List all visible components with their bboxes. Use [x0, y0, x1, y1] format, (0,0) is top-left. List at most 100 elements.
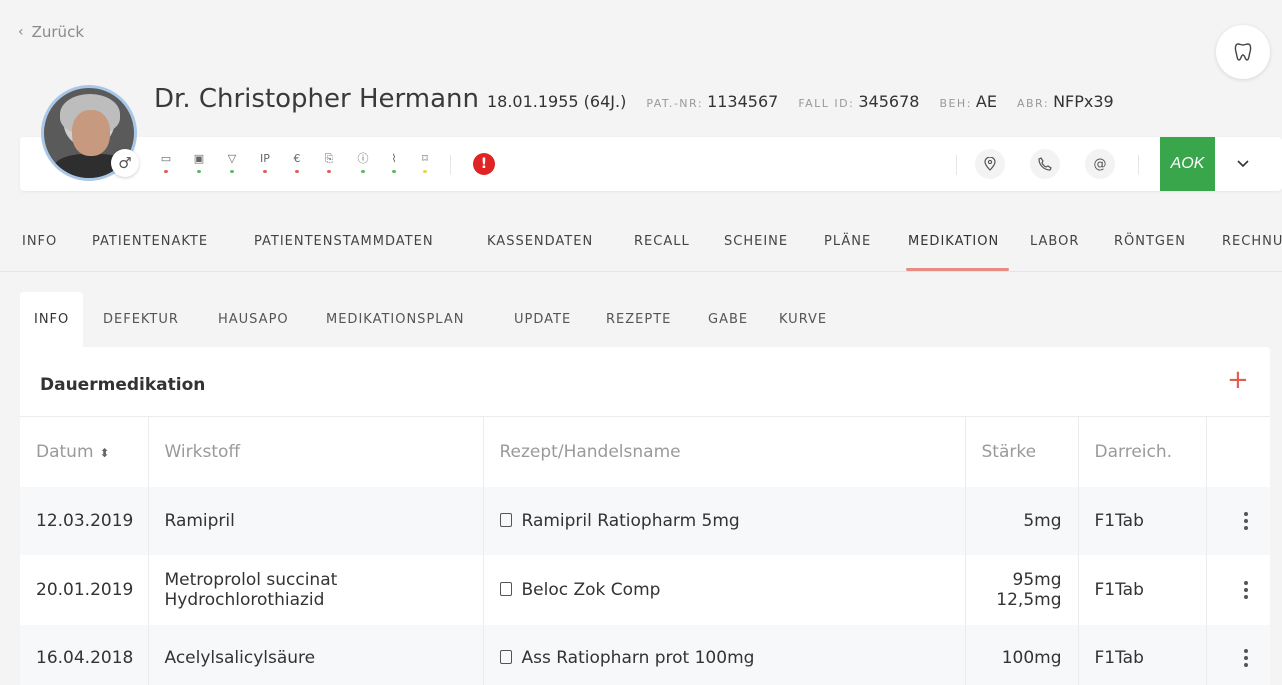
tab-recall[interactable]: RECALL [634, 234, 690, 249]
sort-icon[interactable]: ⬍ [100, 446, 110, 460]
ip-icon-glyph: IP [260, 152, 270, 165]
tab-rechnungen[interactable]: RECHNU [1222, 234, 1282, 249]
document-icon [499, 581, 512, 596]
row-menu-button[interactable] [1206, 554, 1271, 625]
filter-icon-glyph: ▽ [227, 152, 237, 165]
status-dot [361, 170, 365, 173]
tooth-button[interactable] [1216, 25, 1270, 79]
subtab-gabe[interactable]: GABE [708, 292, 748, 348]
info-icon-glyph: ⓘ [357, 152, 369, 165]
patnr-label: PAT.-NR: [646, 97, 704, 110]
tab-labor[interactable]: LABOR [1030, 234, 1079, 249]
alert-icon[interactable]: ! [473, 153, 495, 175]
header-actions [1206, 416, 1270, 487]
subtab-kurve[interactable]: KURVE [779, 292, 827, 348]
header-wirkstoff: Wirkstoff [148, 416, 484, 487]
subtab-medikationsplan[interactable]: MEDIKATIONSPLAN [326, 292, 464, 348]
subtab-info[interactable]: INFO [20, 292, 84, 348]
receipt-icon[interactable]: ⎘ [320, 151, 338, 173]
cell-wirkstoff: Acelylsalicylsäure [148, 624, 484, 685]
comment-icon[interactable]: ▭ [157, 151, 175, 173]
insurance-logo: AOK [1160, 137, 1215, 191]
main-tabs: INFO PATIENTENAKTE PATIENTENSTAMMDATEN K… [0, 212, 1282, 272]
phone-icon [1038, 157, 1052, 171]
more-vertical-icon [1223, 580, 1271, 599]
cell-datum: 12.03.2019 [20, 486, 149, 555]
patient-icon-bar: ▭ ▣ ▽ IP € ⎘ ⓘ ⌇ ⌑ ! @ AOK [20, 137, 1282, 191]
header-staerke: Stärke [965, 416, 1079, 487]
divider [956, 155, 957, 175]
table-row[interactable]: 12.03.2019 Ramipril Ramipril Ratiopharm … [20, 486, 1271, 555]
header-datum[interactable]: Datum ⬍ [20, 416, 149, 487]
subtab-defektur[interactable]: DEFEKTUR [103, 292, 179, 348]
cell-rezept: Ass Ratiopharn prot 100mg [483, 624, 966, 685]
location-button[interactable] [975, 149, 1005, 179]
cell-darreich: F1Tab [1078, 624, 1207, 685]
filter-icon[interactable]: ▽ [223, 151, 241, 173]
expand-button[interactable] [1230, 151, 1256, 177]
subtab-rezepte[interactable]: REZEPTE [606, 292, 671, 348]
row-menu-button[interactable] [1206, 486, 1271, 555]
patient-name: Dr. Christopher Hermann [154, 84, 479, 114]
cell-rezept: Beloc Zok Comp [483, 554, 966, 625]
attachment-icon[interactable]: ⌇ [385, 151, 403, 173]
status-dot [197, 170, 201, 173]
cell-datum: 20.01.2019 [20, 554, 149, 625]
tab-scheine[interactable]: SCHEINE [724, 234, 788, 249]
cell-rezept: Ramipril Ratiopharm 5mg [483, 486, 966, 555]
at-icon: @ [1093, 156, 1107, 172]
back-link[interactable]: ‹ Zurück [18, 23, 84, 41]
abr-label: ABR: [1016, 97, 1050, 110]
tab-patientenstammdaten[interactable]: PATIENTENSTAMMDATEN [254, 234, 434, 249]
add-medication-button[interactable]: + [1227, 367, 1249, 393]
tag-icon[interactable]: ⌑ [416, 151, 434, 173]
comment-icon-glyph: ▭ [160, 152, 172, 165]
insurance-logo-text: AOK [1170, 155, 1205, 172]
gender-icon: ♂ [111, 149, 139, 177]
cell-staerke: 5mg [965, 486, 1079, 555]
document-icon [499, 649, 512, 664]
sub-tabs: INFO DEFEKTUR HAUSAPO MEDIKATIONSPLAN UP… [20, 292, 1270, 348]
row-menu-button[interactable] [1206, 624, 1270, 685]
fallid-label: FALL ID: [798, 97, 855, 110]
status-dot [423, 170, 427, 173]
patient-header: Dr. Christopher Hermann 18.01.1955 (64J.… [154, 84, 1134, 114]
receipt-icon-glyph: ⎘ [324, 152, 334, 165]
fallid-value: 345678 [858, 92, 920, 111]
tab-plaene[interactable]: PLÄNE [824, 234, 871, 249]
cell-wirkstoff: Ramipril [148, 486, 484, 555]
more-vertical-icon [1223, 511, 1271, 530]
status-dot [263, 170, 267, 173]
chevron-down-icon [1237, 160, 1249, 168]
table-row[interactable]: 20.01.2019 Metroprolol succinat Hydrochlo… [20, 554, 1271, 625]
abr-value: NFPx39 [1053, 92, 1114, 111]
tab-medikation[interactable]: MEDIKATION [908, 234, 999, 249]
euro-icon[interactable]: € [288, 151, 306, 173]
cell-staerke: 100mg [965, 624, 1079, 685]
document-icon [499, 512, 512, 527]
status-dot [164, 170, 168, 173]
tab-roentgen[interactable]: RÖNTGEN [1114, 234, 1186, 249]
patnr-value: 1134567 [707, 92, 779, 111]
divider [450, 155, 451, 175]
table-row[interactable]: 16.04.2018 Acelylsalicylsäure Ass Ratiop… [20, 624, 1270, 685]
subtab-hausapo[interactable]: HAUSAPO [218, 292, 289, 348]
cell-staerke: 95mg 12,5mg [965, 554, 1079, 625]
back-label: Zurück [31, 23, 84, 41]
tooth-icon [1234, 43, 1252, 61]
email-button[interactable]: @ [1085, 149, 1115, 179]
tag-icon-glyph: ⌑ [422, 152, 428, 165]
active-tab-indicator [906, 268, 1009, 271]
card-icon[interactable]: ▣ [190, 151, 208, 173]
subtab-update[interactable]: UPDATE [514, 292, 571, 348]
tab-kassendaten[interactable]: KASSENDATEN [487, 234, 593, 249]
tab-patientenakte[interactable]: PATIENTENAKTE [92, 234, 208, 249]
tab-info[interactable]: INFO [22, 234, 57, 249]
ip-icon[interactable]: IP [256, 151, 274, 173]
panel-title: Dauermedikation [40, 375, 206, 395]
phone-button[interactable] [1030, 149, 1060, 179]
info-icon[interactable]: ⓘ [354, 151, 372, 173]
patient-dob: 18.01.1955 (64J.) [486, 92, 627, 111]
status-dot [327, 170, 331, 173]
attachment-icon-glyph: ⌇ [391, 152, 397, 165]
